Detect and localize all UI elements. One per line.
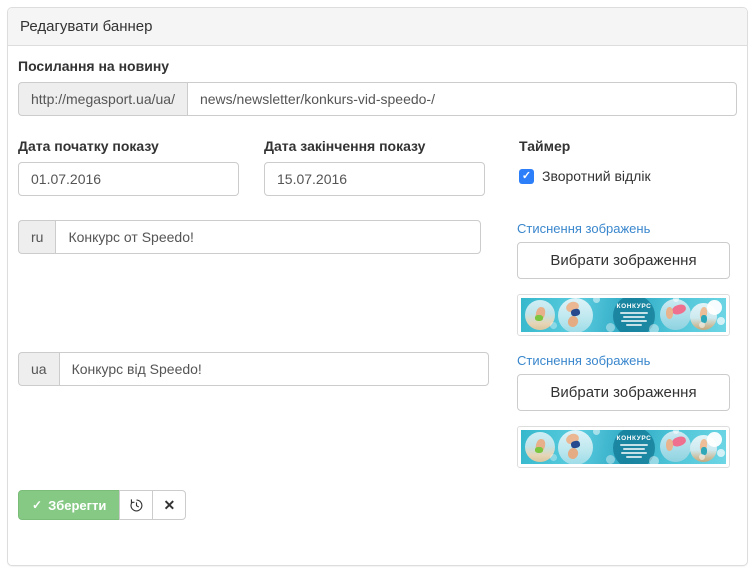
countdown-checkbox[interactable]: ✓: [519, 168, 534, 184]
history-icon: [130, 498, 143, 511]
news-link-label: Посилання на новину: [18, 58, 170, 74]
action-button-group: ✓ Зберегти ✕: [18, 490, 737, 520]
panel-body: Посилання на новину http://megasport.ua/…: [8, 46, 747, 530]
banner-headline: КОНКУРС: [616, 303, 652, 310]
banner-photo-circle: [660, 299, 691, 330]
history-button[interactable]: [119, 490, 154, 520]
ru-banner-image: КОНКУРС: [521, 298, 726, 332]
news-link-input-group: http://megasport.ua/ua/: [18, 82, 737, 116]
panel-heading: Редагувати баннер: [8, 8, 747, 46]
start-date-col: Дата початку показу: [18, 138, 239, 196]
banner-headline: КОНКУРС: [616, 435, 652, 442]
page-title: Редагувати баннер: [20, 18, 153, 35]
end-date-label: Дата закінчення показу: [264, 138, 426, 154]
ru-row: ru Стиснення зображень Вибрати зображенн…: [18, 220, 737, 336]
save-button[interactable]: ✓ Зберегти: [18, 490, 121, 520]
ua-image-col: Стиснення зображень Вибрати зображення К…: [517, 352, 730, 468]
timer-label: Таймер: [519, 138, 571, 154]
ru-choose-image-button[interactable]: Вибрати зображення: [517, 242, 730, 279]
ua-choose-image-button[interactable]: Вибрати зображення: [517, 374, 730, 411]
ua-title-col: ua: [18, 352, 489, 386]
banner-photo-circle: [558, 430, 593, 464]
url-prefix-addon: http://megasport.ua/ua/: [18, 82, 187, 116]
ua-banner-thumbnail: КОНКУРС: [517, 426, 730, 468]
ua-lang-addon: ua: [18, 352, 59, 386]
edit-banner-panel: Редагувати баннер Посилання на новину ht…: [7, 7, 748, 566]
checkbox-check-icon: ✓: [521, 169, 532, 182]
ua-input-group: ua: [18, 352, 489, 386]
banner-photo-circle: [558, 298, 593, 332]
ru-input-group: ru: [18, 220, 481, 254]
dates-timer-row: Дата початку показу Дата закінчення пока…: [18, 138, 737, 196]
end-date-col: Дата закінчення показу: [264, 138, 485, 196]
ua-compress-link[interactable]: Стиснення зображень: [517, 353, 650, 368]
close-button[interactable]: ✕: [152, 490, 187, 520]
end-date-input[interactable]: [264, 162, 485, 196]
close-icon: ✕: [163, 496, 176, 513]
ru-image-col: Стиснення зображень Вибрати зображення К…: [517, 220, 730, 336]
ru-compress-link[interactable]: Стиснення зображень: [517, 221, 650, 236]
ru-banner-thumbnail: КОНКУРС: [517, 294, 730, 336]
check-icon: ✓: [32, 498, 43, 512]
start-date-label: Дата початку показу: [18, 138, 159, 154]
timer-col: Таймер ✓ Зворотний відлік: [519, 138, 651, 184]
save-button-label: Зберегти: [48, 497, 107, 513]
ru-lang-addon: ru: [18, 220, 56, 254]
banner-photo-circle: [660, 431, 691, 462]
countdown-check-row: ✓ Зворотний відлік: [519, 168, 651, 184]
ua-title-input[interactable]: [58, 352, 489, 386]
ua-banner-image: КОНКУРС: [521, 430, 726, 464]
ua-row: ua Стиснення зображень Вибрати зображенн…: [18, 352, 737, 468]
countdown-label: Зворотний відлік: [542, 168, 651, 184]
ru-title-col: ru: [18, 220, 481, 254]
ru-title-input[interactable]: [55, 220, 481, 254]
start-date-input[interactable]: [18, 162, 239, 196]
news-link-input[interactable]: [186, 82, 737, 116]
